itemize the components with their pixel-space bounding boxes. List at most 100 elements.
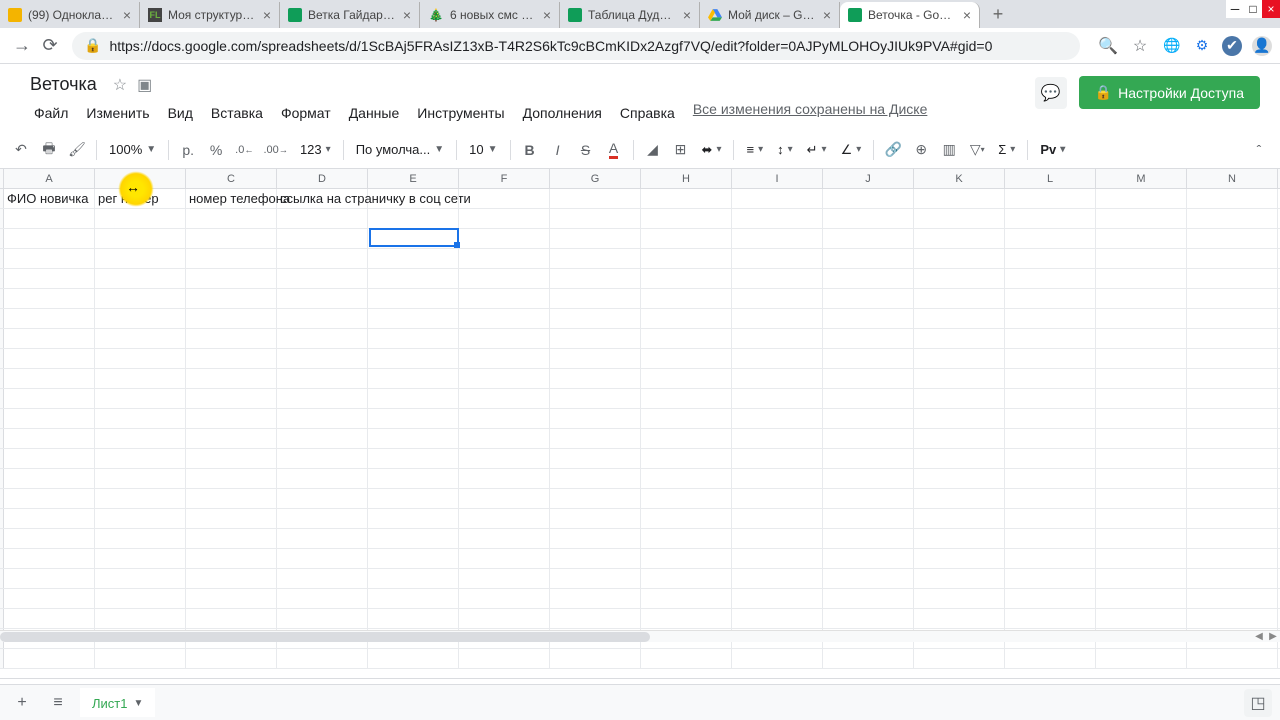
cell[interactable] bbox=[914, 409, 1005, 428]
cell[interactable] bbox=[550, 209, 641, 228]
cell[interactable] bbox=[641, 489, 732, 508]
cell[interactable]: номер телефона bbox=[186, 189, 277, 208]
cell[interactable] bbox=[186, 349, 277, 368]
cell[interactable] bbox=[1187, 369, 1278, 388]
cell[interactable] bbox=[186, 589, 277, 608]
cell[interactable] bbox=[4, 229, 95, 248]
cell[interactable] bbox=[186, 429, 277, 448]
cell[interactable] bbox=[823, 409, 914, 428]
cell[interactable] bbox=[914, 509, 1005, 528]
cell[interactable] bbox=[186, 649, 277, 668]
col-header[interactable]: I bbox=[732, 169, 823, 188]
browser-tab[interactable]: FLМоя структура | Fa× bbox=[140, 2, 280, 28]
cell[interactable] bbox=[732, 309, 823, 328]
cell[interactable] bbox=[732, 229, 823, 248]
cell[interactable] bbox=[95, 469, 186, 488]
cell[interactable] bbox=[368, 329, 459, 348]
cell[interactable] bbox=[732, 469, 823, 488]
cell[interactable] bbox=[732, 649, 823, 668]
text-color-button[interactable]: A bbox=[601, 137, 627, 163]
cell[interactable] bbox=[459, 529, 550, 548]
cell[interactable] bbox=[1187, 229, 1278, 248]
cell[interactable] bbox=[1187, 309, 1278, 328]
cell[interactable] bbox=[277, 389, 368, 408]
cell[interactable] bbox=[823, 449, 914, 468]
explore-button[interactable]: Рv▾ bbox=[1034, 142, 1071, 157]
borders-button[interactable]: ⊞ bbox=[668, 137, 694, 163]
cell[interactable] bbox=[95, 609, 186, 628]
cell[interactable] bbox=[732, 389, 823, 408]
cell[interactable] bbox=[368, 229, 459, 248]
cell[interactable] bbox=[914, 309, 1005, 328]
cell[interactable] bbox=[823, 489, 914, 508]
cell[interactable] bbox=[277, 569, 368, 588]
close-icon[interactable]: × bbox=[543, 7, 551, 23]
cell[interactable] bbox=[732, 569, 823, 588]
extension-icon[interactable]: 🌐 bbox=[1162, 36, 1182, 56]
cell[interactable] bbox=[914, 329, 1005, 348]
cell[interactable] bbox=[368, 289, 459, 308]
cell[interactable] bbox=[277, 209, 368, 228]
cell[interactable] bbox=[914, 449, 1005, 468]
cell[interactable] bbox=[1005, 429, 1096, 448]
cell[interactable] bbox=[550, 369, 641, 388]
cell[interactable] bbox=[1096, 649, 1187, 668]
document-title[interactable]: Веточка bbox=[24, 72, 103, 97]
cell[interactable] bbox=[823, 269, 914, 288]
cell[interactable] bbox=[95, 449, 186, 468]
cell[interactable] bbox=[914, 429, 1005, 448]
cell[interactable] bbox=[1096, 229, 1187, 248]
col-header[interactable]: F bbox=[459, 169, 550, 188]
cell[interactable] bbox=[1096, 369, 1187, 388]
cell[interactable] bbox=[4, 349, 95, 368]
filter-button[interactable]: ▽▾ bbox=[964, 137, 990, 163]
add-sheet-button[interactable]: + bbox=[8, 689, 36, 717]
cell[interactable] bbox=[95, 229, 186, 248]
cell[interactable] bbox=[4, 329, 95, 348]
cell[interactable] bbox=[459, 449, 550, 468]
cell[interactable] bbox=[1005, 549, 1096, 568]
cell[interactable] bbox=[641, 189, 732, 208]
browser-tab-active[interactable]: Веточка - Google× bbox=[840, 2, 980, 28]
cell[interactable] bbox=[1187, 649, 1278, 668]
cell[interactable] bbox=[641, 229, 732, 248]
cell[interactable] bbox=[368, 609, 459, 628]
cell[interactable] bbox=[732, 529, 823, 548]
cell[interactable] bbox=[641, 449, 732, 468]
decrease-decimal-button[interactable]: .0← bbox=[231, 137, 257, 163]
cell[interactable] bbox=[4, 549, 95, 568]
paint-format-button[interactable]: 🖌 bbox=[64, 137, 90, 163]
cell[interactable] bbox=[95, 329, 186, 348]
cell[interactable] bbox=[1005, 189, 1096, 208]
cell[interactable] bbox=[823, 369, 914, 388]
cell[interactable] bbox=[550, 349, 641, 368]
cell[interactable] bbox=[1005, 489, 1096, 508]
cell[interactable] bbox=[1187, 469, 1278, 488]
link-button[interactable]: 🔗 bbox=[880, 137, 906, 163]
cell[interactable] bbox=[732, 429, 823, 448]
browser-tab[interactable]: Мой диск – Googl× bbox=[700, 2, 840, 28]
cell[interactable] bbox=[277, 409, 368, 428]
close-icon[interactable]: × bbox=[683, 7, 691, 23]
cell[interactable] bbox=[95, 429, 186, 448]
cell[interactable] bbox=[1187, 589, 1278, 608]
print-button[interactable]: 🖶 bbox=[36, 137, 62, 163]
cell[interactable] bbox=[4, 389, 95, 408]
cell[interactable] bbox=[368, 429, 459, 448]
cell[interactable] bbox=[641, 389, 732, 408]
cell[interactable] bbox=[823, 569, 914, 588]
cell[interactable] bbox=[1187, 329, 1278, 348]
cell[interactable] bbox=[4, 269, 95, 288]
forward-button[interactable]: → bbox=[8, 32, 36, 60]
increase-decimal-button[interactable]: .00→ bbox=[260, 137, 292, 163]
cell[interactable] bbox=[550, 249, 641, 268]
cell[interactable] bbox=[550, 309, 641, 328]
cell[interactable] bbox=[186, 389, 277, 408]
cell[interactable] bbox=[186, 469, 277, 488]
cell[interactable] bbox=[550, 489, 641, 508]
cell[interactable] bbox=[4, 529, 95, 548]
cell[interactable] bbox=[368, 589, 459, 608]
cell[interactable] bbox=[823, 309, 914, 328]
profile-avatar[interactable]: 👤 bbox=[1252, 36, 1272, 56]
cell[interactable] bbox=[4, 609, 95, 628]
